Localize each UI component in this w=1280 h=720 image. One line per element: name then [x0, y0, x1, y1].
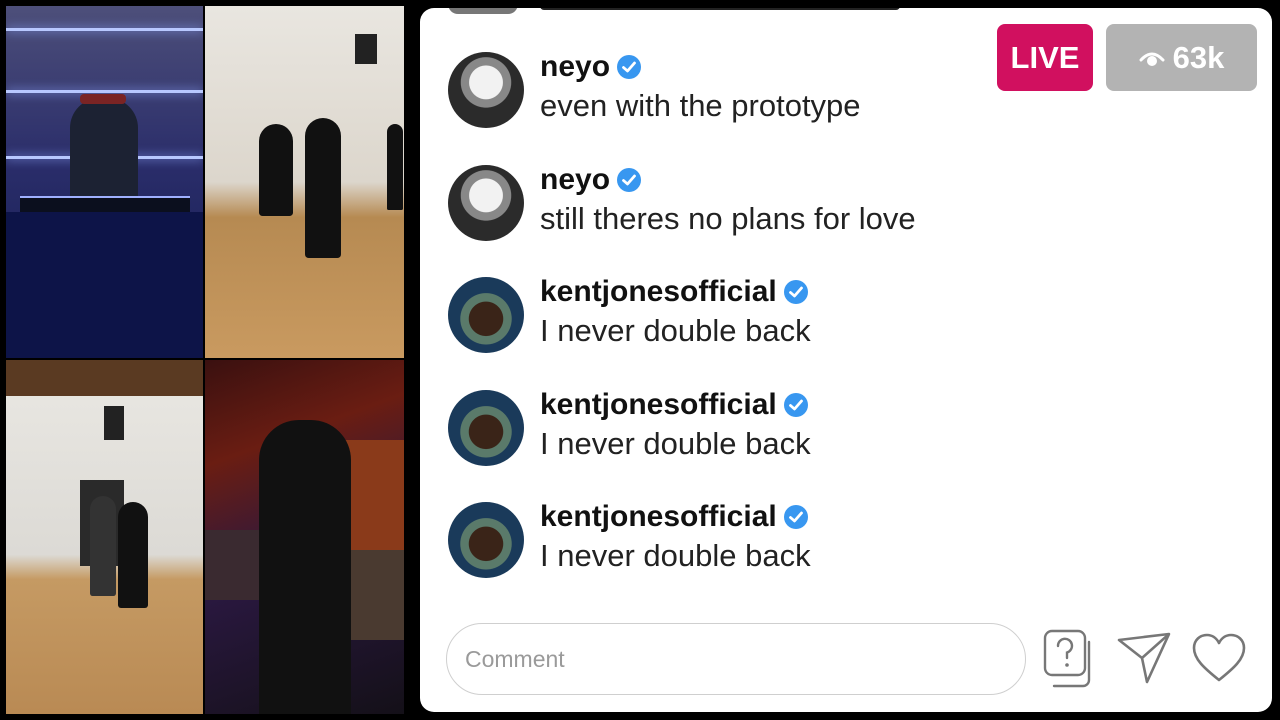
video-tile-dancers-2[interactable] — [6, 360, 203, 714]
speaker — [355, 34, 377, 64]
live-label: LIVE — [1010, 39, 1080, 75]
comment-username[interactable]: neyo — [540, 50, 642, 84]
video-tile-dj[interactable] — [6, 6, 203, 358]
eye-icon — [1139, 52, 1165, 66]
avatar[interactable] — [448, 277, 524, 353]
performer-figure — [259, 420, 351, 714]
neon-light — [6, 90, 203, 93]
verified-badge-icon — [783, 280, 808, 304]
viewer-count: 63k — [1172, 39, 1225, 75]
comment-text: even with the prototype — [540, 88, 861, 123]
comment-text: I never double back — [540, 426, 811, 461]
username-text: kentjonesofficial — [540, 275, 777, 308]
dancer-figure — [387, 124, 403, 210]
studio-rack — [205, 530, 265, 600]
studio-gear — [345, 550, 404, 640]
verified-badge-icon — [617, 55, 642, 79]
video-tile-studio[interactable] — [205, 360, 404, 714]
video-grid — [6, 6, 404, 714]
ceiling-beam — [6, 360, 203, 396]
comment-username[interactable]: kentjonesofficial — [540, 275, 809, 309]
username-text: neyo — [540, 50, 611, 83]
avatar[interactable] — [448, 502, 524, 578]
dancer-figure — [90, 496, 116, 596]
comment-username[interactable]: kentjonesofficial — [540, 388, 809, 422]
dancer-figure — [118, 502, 148, 608]
comment-input[interactable] — [446, 623, 1026, 695]
question-box-icon[interactable] — [1042, 628, 1100, 690]
dj-figure — [70, 98, 138, 208]
dancer-figure — [305, 118, 341, 258]
avatar[interactable] — [448, 390, 524, 466]
username-text: kentjonesofficial — [540, 388, 777, 421]
viewer-count-badge[interactable]: 63k — [1106, 24, 1257, 91]
verified-badge-icon — [617, 168, 642, 192]
heart-icon[interactable] — [1190, 628, 1248, 690]
video-tile-dancers-1[interactable] — [205, 6, 404, 358]
neon-light — [6, 28, 203, 31]
comment-text: I never double back — [540, 313, 811, 348]
comment-username[interactable]: kentjonesofficial — [540, 500, 809, 534]
speaker — [104, 406, 124, 440]
clipped-avatar — [448, 8, 518, 14]
verified-badge-icon — [783, 393, 808, 417]
username-text: neyo — [540, 163, 611, 196]
clipped-comment — [540, 8, 900, 10]
hat — [80, 94, 126, 104]
avatar[interactable] — [448, 52, 524, 128]
paper-plane-icon[interactable] — [1115, 628, 1173, 690]
verified-badge-icon — [783, 505, 808, 529]
comment-text: I never double back — [540, 538, 811, 573]
dj-booth — [6, 212, 203, 358]
dancer-figure — [259, 124, 293, 216]
comment-username[interactable]: neyo — [540, 163, 642, 197]
live-chat-panel: LIVE 63k neyo even with the prototype ne… — [420, 8, 1272, 712]
avatar[interactable] — [448, 165, 524, 241]
live-badge: LIVE — [997, 24, 1093, 91]
username-text: kentjonesofficial — [540, 500, 777, 533]
comment-text: still theres no plans for love — [540, 201, 916, 236]
